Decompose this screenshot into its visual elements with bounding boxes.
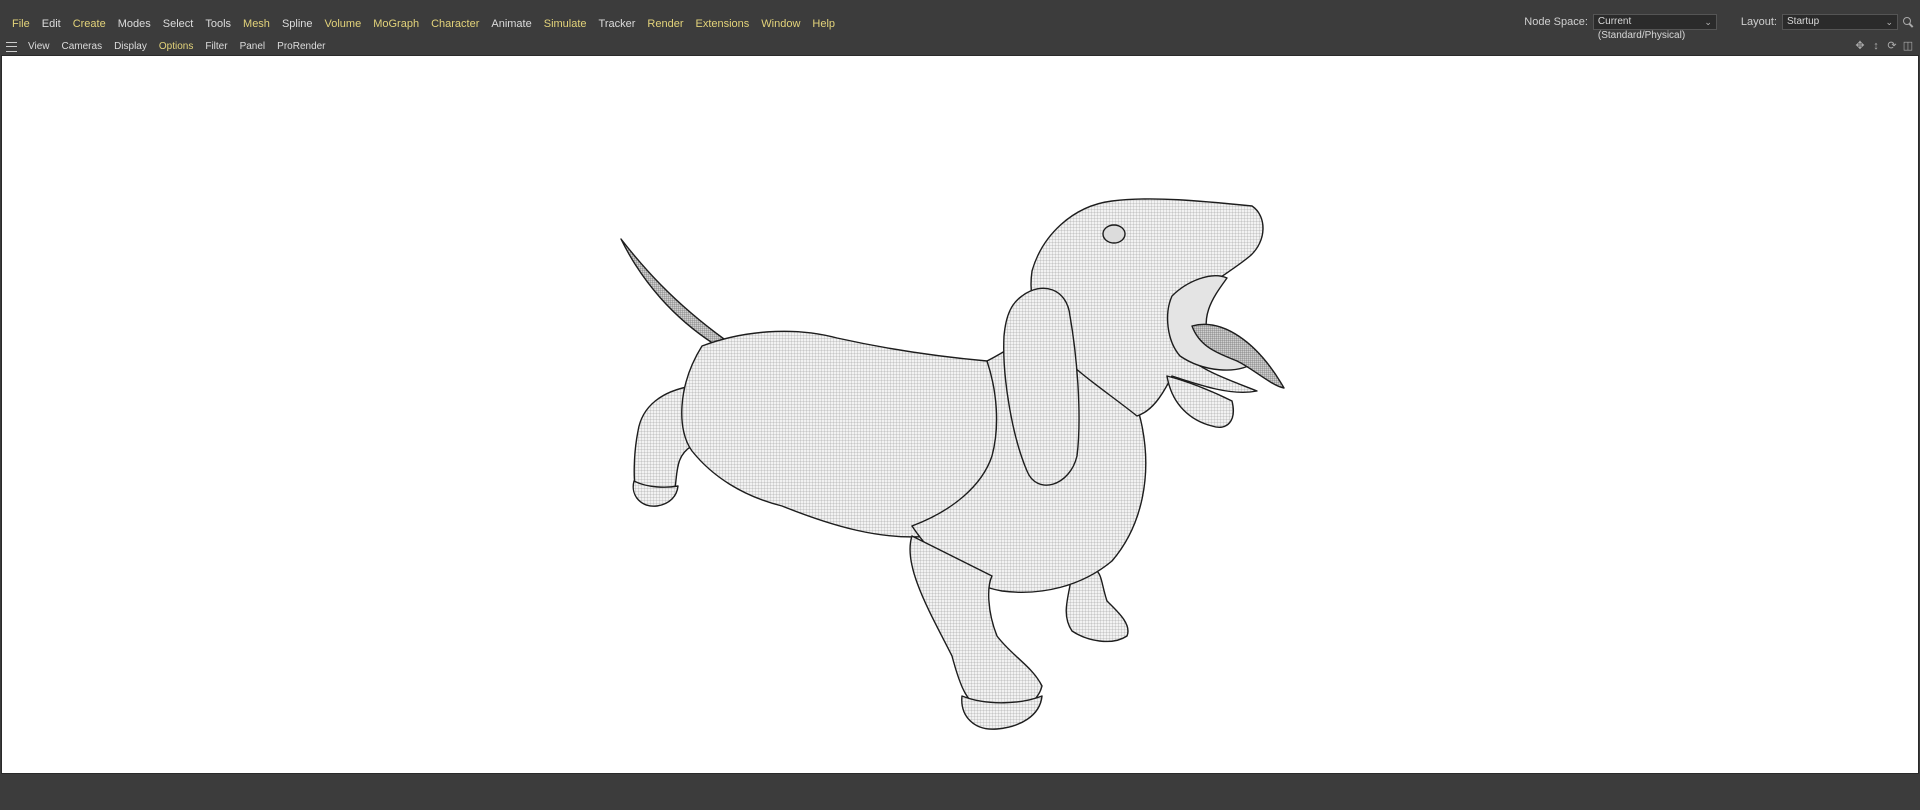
viewport-menu-view[interactable]: View	[22, 38, 56, 55]
viewport-menu-display[interactable]: Display	[108, 38, 153, 55]
menu-simulate[interactable]: Simulate	[538, 14, 593, 34]
rotate-view-icon[interactable]: ⟳	[1886, 40, 1898, 52]
menu-spline[interactable]: Spline	[276, 14, 319, 34]
menu-animate[interactable]: Animate	[485, 14, 537, 34]
menu-volume[interactable]: Volume	[319, 14, 368, 34]
layout-label: Layout:	[1740, 16, 1777, 28]
viewport-menu-panel[interactable]: Panel	[234, 38, 272, 55]
layout-dropdown[interactable]: Startup ⌄	[1782, 14, 1898, 30]
hamburger-icon[interactable]	[6, 41, 17, 52]
menu-mesh[interactable]: Mesh	[237, 14, 276, 34]
node-space-label: Node Space:	[1524, 16, 1588, 28]
menu-file[interactable]: File	[6, 14, 36, 34]
move-view-icon[interactable]: ✥	[1854, 40, 1866, 52]
viewport-menu-prorender[interactable]: ProRender	[271, 38, 331, 55]
menu-edit[interactable]: Edit	[36, 14, 67, 34]
menu-extensions[interactable]: Extensions	[689, 14, 755, 34]
menu-tools[interactable]: Tools	[199, 14, 237, 34]
menu-help[interactable]: Help	[806, 14, 841, 34]
chevron-down-icon: ⌄	[1885, 17, 1893, 27]
eye	[1102, 224, 1126, 244]
bottom-bar	[0, 774, 1920, 810]
chevron-down-icon: ⌄	[1704, 17, 1712, 27]
menu-items: File Edit Create Modes Select Tools Mesh Spline…	[6, 14, 841, 34]
menu-modes[interactable]: Modes	[112, 14, 157, 34]
menu-create[interactable]: Create	[67, 14, 112, 34]
viewport-menu: View Cameras Display Options Filter Panel ProR…	[22, 38, 332, 55]
viewport-menu-options[interactable]: Options	[153, 38, 199, 55]
menu-select[interactable]: Select	[157, 14, 200, 34]
layout-value: Startup	[1787, 16, 1820, 27]
viewport-toolbar: View Cameras Display Options Filter Panel ProR…	[0, 38, 1920, 55]
tail	[620, 238, 725, 345]
menu-mograph[interactable]: MoGraph	[367, 14, 425, 34]
viewport-menu-cameras[interactable]: Cameras	[56, 38, 109, 55]
menu-render[interactable]: Render	[641, 14, 689, 34]
search-icon[interactable]	[1902, 16, 1914, 28]
menubar-right-controls: Node Space: Current (Standard/Physical) …	[1524, 14, 1914, 41]
toggle-view-icon[interactable]: ◫	[1902, 40, 1914, 52]
zoom-view-icon[interactable]: ↕	[1870, 40, 1882, 52]
menu-character[interactable]: Character	[425, 14, 485, 34]
node-space-dropdown[interactable]: Current (Standard/Physical) ⌄	[1592, 14, 1717, 41]
viewport-menu-filter[interactable]: Filter	[199, 38, 233, 55]
viewport-nav-icons: ✥ ↕ ⟳ ◫	[1854, 40, 1914, 52]
menu-window[interactable]: Window	[755, 14, 806, 34]
menu-tracker[interactable]: Tracker	[593, 14, 642, 34]
dachshund-wireframe-model	[620, 198, 1285, 730]
3d-viewport[interactable]	[1, 55, 1919, 774]
